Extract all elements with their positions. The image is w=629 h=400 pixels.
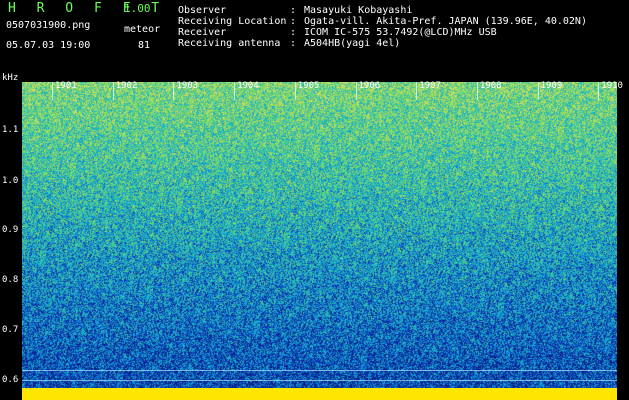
x-tick-label: 1901 <box>55 81 77 91</box>
spectrogram-plot <box>22 82 617 397</box>
info-row: Receiver: ICOM IC-575 53.7492(@LCD)MHz US… <box>178 27 497 38</box>
x-tick-label: 1905 <box>297 81 320 91</box>
x-tick-mark <box>476 82 478 100</box>
file-name: 0507031900.png <box>6 20 91 31</box>
info-value: Ogata-vill. Akita-Pref. JAPAN (139.96E, … <box>304 16 587 27</box>
x-tick-mark <box>416 82 418 100</box>
meteor-label: meteor <box>124 24 161 35</box>
x-tick-label: 1909 <box>540 81 563 91</box>
x-tick-label: 1902 <box>115 81 138 91</box>
meteor-count: 81 <box>138 40 151 51</box>
y-tick-label: 1.0 <box>2 176 19 186</box>
x-tick-label: 1907 <box>419 81 441 91</box>
x-tick-label: 1903 <box>176 81 199 91</box>
info-value: A504HB(yagi 4el) <box>304 38 401 49</box>
x-tick-mark <box>52 82 53 100</box>
signal-baseline <box>22 388 617 400</box>
x-tick-mark <box>355 82 357 100</box>
info-row: Observer: Masayuki Kobayashi <box>178 5 413 16</box>
info-value: ICOM IC-575 53.7492(@LCD)MHz USB <box>304 27 497 38</box>
y-tick-label: 1.1 <box>2 125 19 135</box>
x-tick-label: 1908 <box>479 81 502 91</box>
info-value: Masayuki Kobayashi <box>304 5 413 16</box>
info-row: Receiving antenna: A504HB(yagi 4el) <box>178 38 401 49</box>
x-tick-mark <box>173 82 175 100</box>
datetime: 05.07.03 19:00 <box>6 40 91 51</box>
reference-line <box>22 370 617 371</box>
station-info: Observer: Masayuki Kobayashi Receiving Lo… <box>178 5 587 49</box>
y-axis-unit: kHz <box>2 73 19 83</box>
x-tick-label: 1906 <box>358 81 381 91</box>
reference-line <box>22 380 617 381</box>
y-tick-label: 0.7 <box>2 325 19 335</box>
y-tick-label: 0.6 <box>2 375 19 385</box>
info-key: Receiving Location <box>178 16 287 27</box>
info-key: Observer <box>178 5 227 16</box>
x-tick-mark <box>598 82 600 100</box>
y-tick-label: 0.8 <box>2 275 19 285</box>
info-key: Receiving antenna <box>178 38 281 49</box>
x-tick-mark <box>294 82 296 100</box>
info-row: Receiving Location: Ogata-vill. Akita-Pre… <box>178 16 587 27</box>
x-tick-mark <box>112 82 114 100</box>
x-tick-label: 1910 <box>601 81 623 91</box>
y-tick-label: 0.9 <box>2 225 19 235</box>
x-tick-mark <box>537 82 539 100</box>
x-tick-mark <box>234 82 236 100</box>
x-tick-label: 1904 <box>237 81 259 91</box>
info-key: Receiver <box>178 27 227 38</box>
app-version: 1.00 <box>124 2 151 15</box>
